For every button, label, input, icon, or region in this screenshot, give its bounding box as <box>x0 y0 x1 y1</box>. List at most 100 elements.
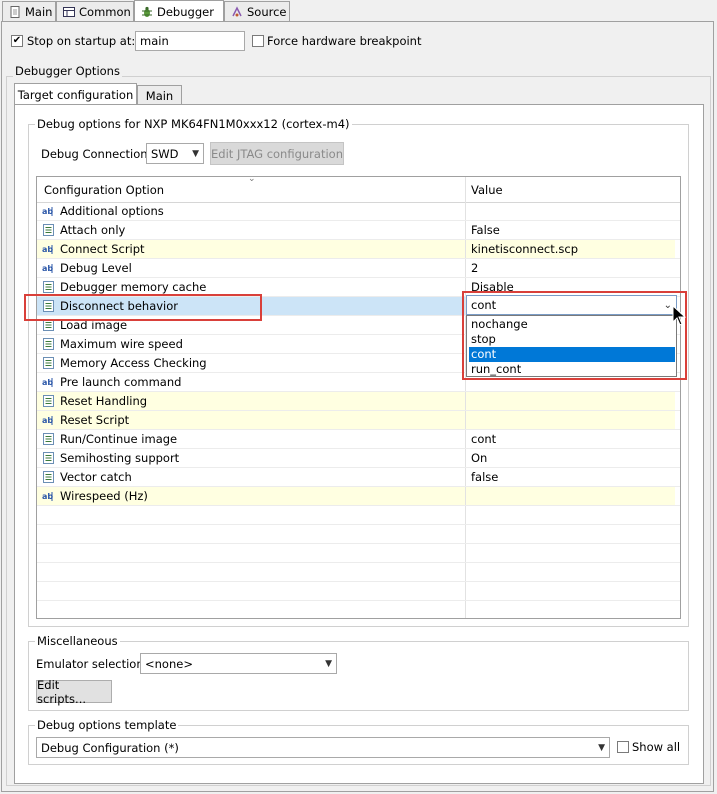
tab-source[interactable]: Source <box>224 1 290 21</box>
tab-main[interactable]: Main <box>2 1 56 21</box>
option-name: Additional options <box>60 204 164 218</box>
empty-row <box>37 506 680 525</box>
tab-debugger[interactable]: Debugger <box>134 0 224 22</box>
table-row[interactable]: ab Debug Level 2 <box>37 259 680 278</box>
abc-icon: ab <box>42 376 56 388</box>
row-highlight <box>466 392 675 410</box>
dropdown-option[interactable]: run_cont <box>469 362 675 377</box>
abc-icon: ab <box>42 262 56 274</box>
option-value[interactable]: False <box>471 223 500 237</box>
force-hw-breakpoint-label: Force hardware breakpoint <box>267 34 422 48</box>
table-row[interactable]: ab Wirespeed (Hz) <box>37 487 680 506</box>
debug-options-template-label: Debug options template <box>35 718 179 732</box>
option-name: Attach only <box>60 223 126 237</box>
disconnect-behavior-dropdown: cont ⌄ nochange stop cont run_cont <box>466 295 677 377</box>
option-value[interactable]: 2 <box>471 261 478 275</box>
dropdown-option[interactable]: nochange <box>469 317 675 332</box>
chevron-down-icon: ▼ <box>192 148 199 159</box>
table-row[interactable]: ab Reset Script <box>37 411 680 430</box>
table-row[interactable]: Run/Continue image cont <box>37 430 680 449</box>
disconnect-behavior-select[interactable]: cont ⌄ <box>466 295 677 315</box>
table-icon <box>63 6 75 18</box>
option-name: Semihosting support <box>60 451 180 465</box>
option-name: Reset Handling <box>60 394 148 408</box>
tab-source-label: Source <box>247 4 287 19</box>
edit-scripts-label: Edit scripts... <box>37 677 87 706</box>
row-highlight <box>466 487 675 505</box>
subtab-main-label: Main <box>145 88 174 103</box>
miscellaneous-label: Miscellaneous <box>35 634 120 648</box>
page-icon <box>9 5 21 18</box>
option-name: Wirespeed (Hz) <box>60 489 148 503</box>
emulator-selection-value: <none> <box>145 656 193 671</box>
abc-icon: ab <box>42 243 56 255</box>
option-name: Reset Script <box>60 413 130 427</box>
table-row[interactable]: ab Additional options <box>37 202 680 221</box>
debug-options-template-select[interactable]: Debug Configuration (*) ▼ <box>36 737 610 758</box>
empty-row <box>37 563 680 582</box>
show-all-checkbox[interactable] <box>617 741 629 753</box>
table-row[interactable]: Semihosting support On <box>37 449 680 468</box>
edit-scripts-button[interactable]: Edit scripts... <box>36 677 112 706</box>
option-name: Debugger memory cache <box>60 280 207 294</box>
tab-common[interactable]: Common <box>56 1 134 21</box>
option-value[interactable]: kinetisconnect.scp <box>471 242 578 256</box>
highlight-disconnect-option <box>24 294 262 321</box>
debug-connection-value: SWD <box>151 146 179 161</box>
option-value[interactable]: On <box>471 451 487 465</box>
option-name: Memory Access Checking <box>60 356 207 370</box>
table-row[interactable]: ab Connect Script kinetisconnect.scp <box>37 240 680 259</box>
stop-on-startup-input[interactable]: main <box>135 31 245 51</box>
list-icon <box>42 395 56 407</box>
debugger-options-label: Debugger Options <box>13 64 122 78</box>
sort-indicator-icon: ⌄ <box>248 176 256 184</box>
dropdown-option[interactable]: cont <box>469 347 675 362</box>
list-icon <box>42 357 56 369</box>
stop-on-startup-checkbox[interactable]: ✔ <box>11 35 23 47</box>
emulator-selection-select[interactable]: <none> ▼ <box>140 653 337 674</box>
configuration-table: Configuration Option ⌄ Value ab Additiona… <box>36 176 681 619</box>
column-header-value[interactable]: Value <box>471 183 503 197</box>
emulator-selection-label: Emulator selection <box>36 657 144 671</box>
debug-connection-select[interactable]: SWD ▼ <box>146 143 204 164</box>
abc-icon: ab <box>42 205 56 217</box>
tab-debugger-label: Debugger <box>157 4 214 19</box>
subtab-main[interactable]: Main <box>137 85 182 105</box>
empty-row <box>37 601 680 618</box>
tab-common-label: Common <box>79 4 131 19</box>
subtab-target-configuration[interactable]: Target configuration <box>14 83 137 105</box>
miscellaneous-group <box>28 641 689 711</box>
list-icon <box>42 338 56 350</box>
edit-jtag-configuration-label: Edit JTAG configuration <box>211 146 343 161</box>
launch-config-tabstrip: Main Common Debugger Source <box>0 0 717 22</box>
dropdown-option[interactable]: stop <box>469 332 675 347</box>
chevron-down-icon: ⌄ <box>663 299 672 311</box>
disconnect-behavior-value: cont <box>471 298 497 312</box>
table-row[interactable]: Reset Handling <box>37 392 680 411</box>
disconnect-behavior-options: nochange stop cont run_cont <box>466 315 677 377</box>
chevron-down-icon: ▼ <box>325 658 332 669</box>
table-row[interactable]: Attach only False <box>37 221 680 240</box>
option-value[interactable]: cont <box>471 432 496 446</box>
mouse-cursor-icon <box>672 304 687 330</box>
edit-jtag-configuration-button[interactable]: Edit JTAG configuration <box>210 142 344 165</box>
table-row[interactable]: Vector catch false <box>37 468 680 487</box>
chevron-down-icon: ▼ <box>598 742 605 753</box>
list-icon <box>42 281 56 293</box>
option-name: Connect Script <box>60 242 145 256</box>
column-header-option[interactable]: Configuration Option <box>44 183 164 197</box>
option-name: Run/Continue image <box>60 432 178 446</box>
subtab-target-configuration-label: Target configuration <box>17 87 134 102</box>
empty-row <box>37 582 680 601</box>
force-hw-breakpoint-checkbox[interactable] <box>252 35 264 47</box>
stop-on-startup-value: main <box>140 34 169 48</box>
debug-options-template-value: Debug Configuration (*) <box>41 740 179 755</box>
option-value[interactable]: false <box>471 470 498 484</box>
source-icon <box>231 5 243 18</box>
row-highlight <box>466 411 675 429</box>
list-icon <box>42 224 56 236</box>
debug-connection-label: Debug Connection <box>41 147 148 161</box>
stop-on-startup-label: Stop on startup at: <box>27 34 136 48</box>
list-icon <box>42 471 56 483</box>
option-name: Vector catch <box>60 470 132 484</box>
